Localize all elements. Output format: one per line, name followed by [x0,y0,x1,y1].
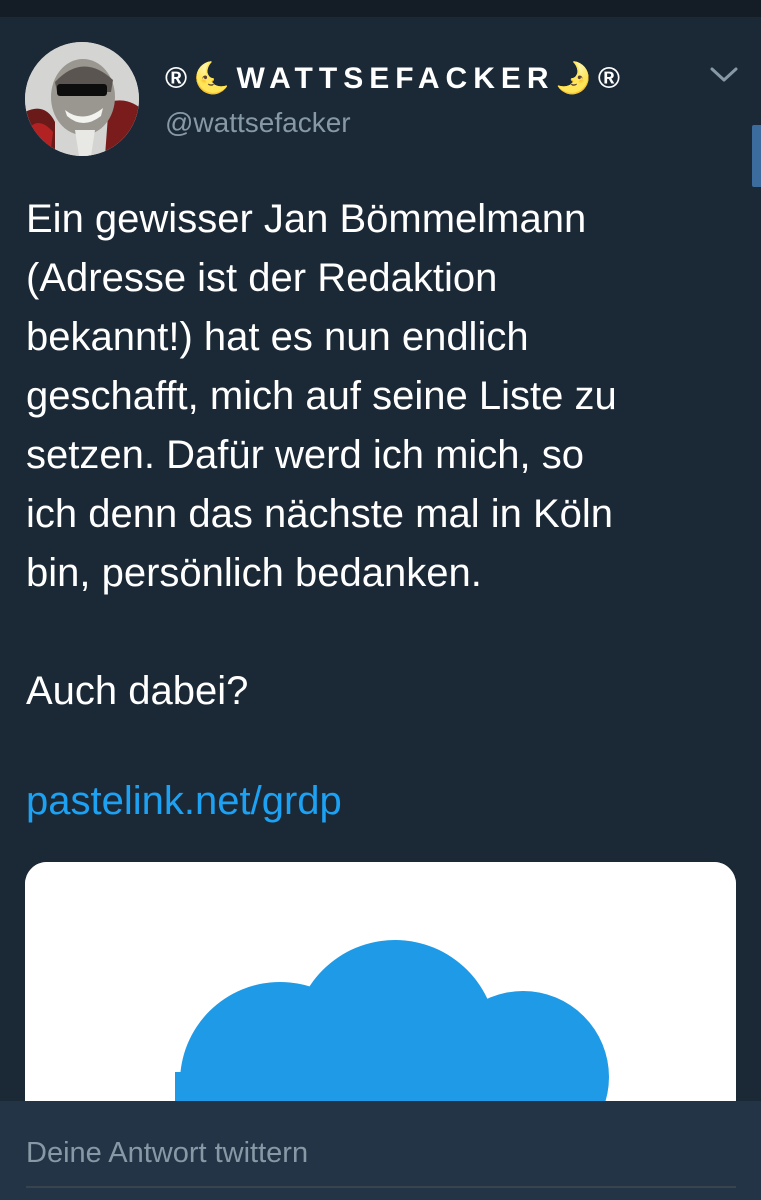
tweet-text: Ein gewisser Jan Bömmelmann (Adresse ist… [26,197,617,713]
scroll-indicator[interactable] [752,125,761,187]
reply-underline [26,1186,736,1188]
tweet-screen: ®🌜WATTSEFACKER🌛® @wattsefacker Ein gewis… [0,0,761,1200]
avatar-image [25,42,139,156]
top-bar [0,0,761,17]
reply-input[interactable] [26,1131,736,1175]
display-name[interactable]: ®🌜WATTSEFACKER🌛® [165,60,626,98]
user-avatar[interactable] [25,42,139,156]
cloud-icon [25,862,736,1122]
link-preview-card[interactable] [25,862,736,1122]
chevron-down-icon[interactable] [706,58,742,90]
tweet-link[interactable]: pastelink.net/grdp [26,772,342,831]
user-handle[interactable]: @wattsefacker [165,105,351,141]
reply-bar [0,1101,761,1200]
